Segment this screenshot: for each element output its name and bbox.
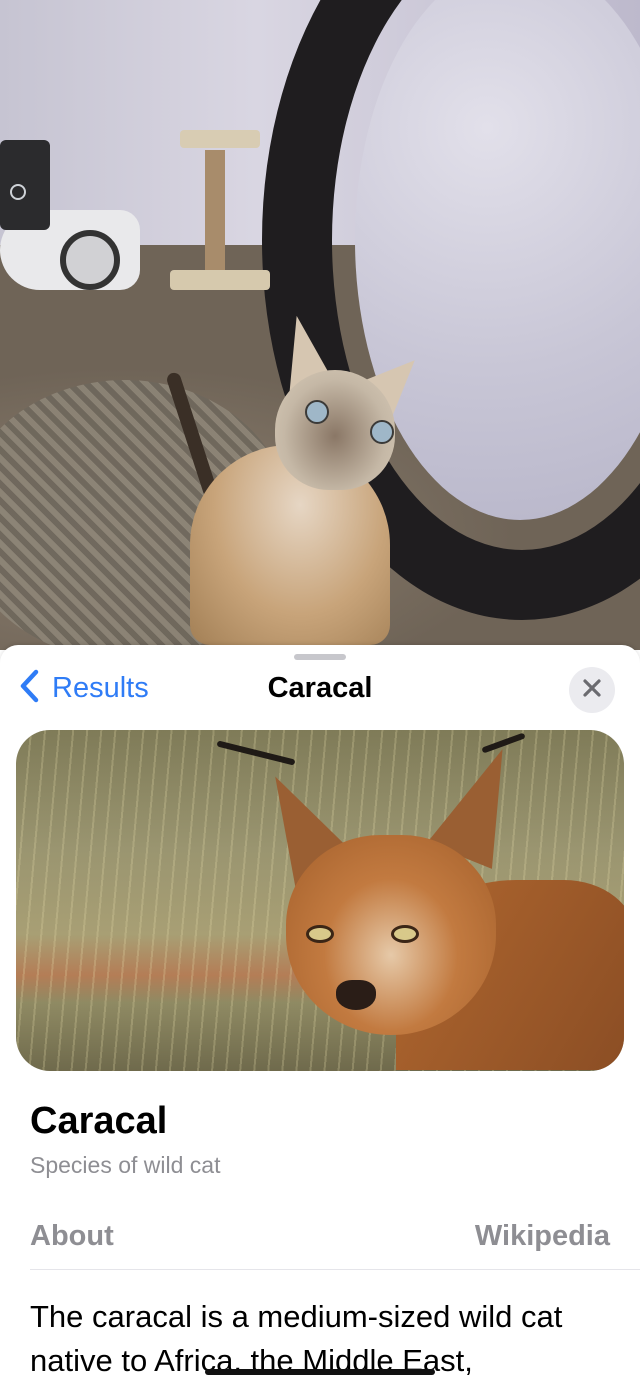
- subject-cat[interactable]: [165, 310, 455, 645]
- result-title: Caracal: [30, 1100, 168, 1142]
- divider: [30, 1269, 640, 1270]
- chevron-left-icon: [18, 668, 42, 709]
- sheet-grabber[interactable]: [294, 654, 346, 660]
- close-button[interactable]: [569, 667, 615, 713]
- result-subtitle: Species of wild cat: [30, 1152, 221, 1178]
- home-indicator[interactable]: [205, 1369, 435, 1375]
- wikipedia-link[interactable]: Wikipedia: [475, 1220, 610, 1253]
- cat-tree: [170, 120, 270, 290]
- caracal-hero-image[interactable]: [16, 730, 624, 1071]
- caracal-illustration: [216, 732, 624, 1070]
- about-section-header: About Wikipedia: [30, 1220, 610, 1253]
- identified-photo: [0, 0, 640, 650]
- about-label: About: [30, 1220, 114, 1252]
- home-robot: [0, 130, 165, 300]
- back-label: Results: [52, 672, 149, 704]
- xmark-icon: [582, 678, 602, 703]
- lookup-result-sheet: Caracal Results Caracal Species of wild …: [0, 645, 640, 1388]
- back-to-results-button[interactable]: Results: [18, 667, 149, 709]
- sheet-nav-bar: Caracal Results: [0, 667, 640, 713]
